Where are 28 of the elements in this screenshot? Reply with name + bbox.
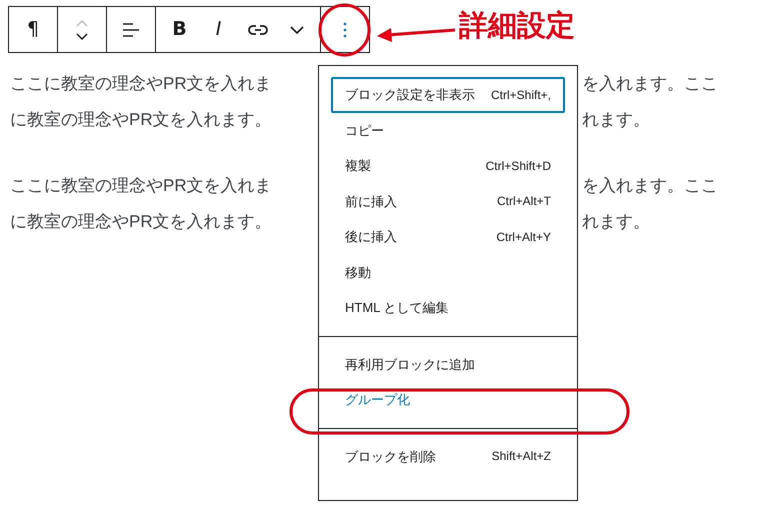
paragraph-text: れます。 [582, 211, 651, 234]
up-down-icon [75, 18, 89, 42]
menu-item[interactable]: HTML として編集 [331, 290, 565, 326]
menu-item[interactable]: グループ化 [331, 382, 565, 418]
menu-item[interactable]: ブロック設定を非表示 Ctrl+Shift+, [331, 77, 565, 112]
paragraph-button[interactable]: ¶ [9, 7, 57, 52]
link-icon [248, 24, 268, 36]
menu-item[interactable]: 前に挿入 Ctrl+Alt+T [331, 184, 565, 219]
menu-item[interactable]: 複製 Ctrl+Shift+D [331, 148, 565, 184]
bold-button[interactable]: B [160, 7, 199, 52]
paragraph-text: れます。 [582, 109, 651, 132]
menu-item[interactable]: 後に挿入 Ctrl+Alt+Y [331, 219, 565, 254]
align-icon [122, 22, 140, 38]
italic-button[interactable]: I [199, 7, 238, 52]
paragraph-text: に教室の理念やPR文を入れます。 [10, 211, 272, 234]
highlight-circle [318, 3, 371, 57]
menu-item[interactable]: コピー [331, 112, 565, 148]
annotation-label: 詳細設定 [459, 8, 575, 44]
menu-item[interactable]: 移動 [331, 254, 565, 290]
menu-item[interactable]: ブロックを削除 Shift+Alt+Z [331, 438, 565, 474]
chevron-down-icon [290, 26, 304, 34]
vertical-ellipsis-icon [343, 22, 347, 38]
paragraph-text: ここに教室の理念やPR文を入れま [10, 175, 272, 198]
paragraph-text: に教室の理念やPR文を入れます。 [10, 109, 272, 132]
paragraph-text: ここに教室の理念やPR文を入れま [10, 73, 272, 96]
paragraph-text: を入れます。ここ [582, 73, 719, 96]
menu-item[interactable]: 再利用ブロックに追加 [331, 346, 565, 382]
paragraph-text: を入れます。ここ [582, 175, 719, 198]
